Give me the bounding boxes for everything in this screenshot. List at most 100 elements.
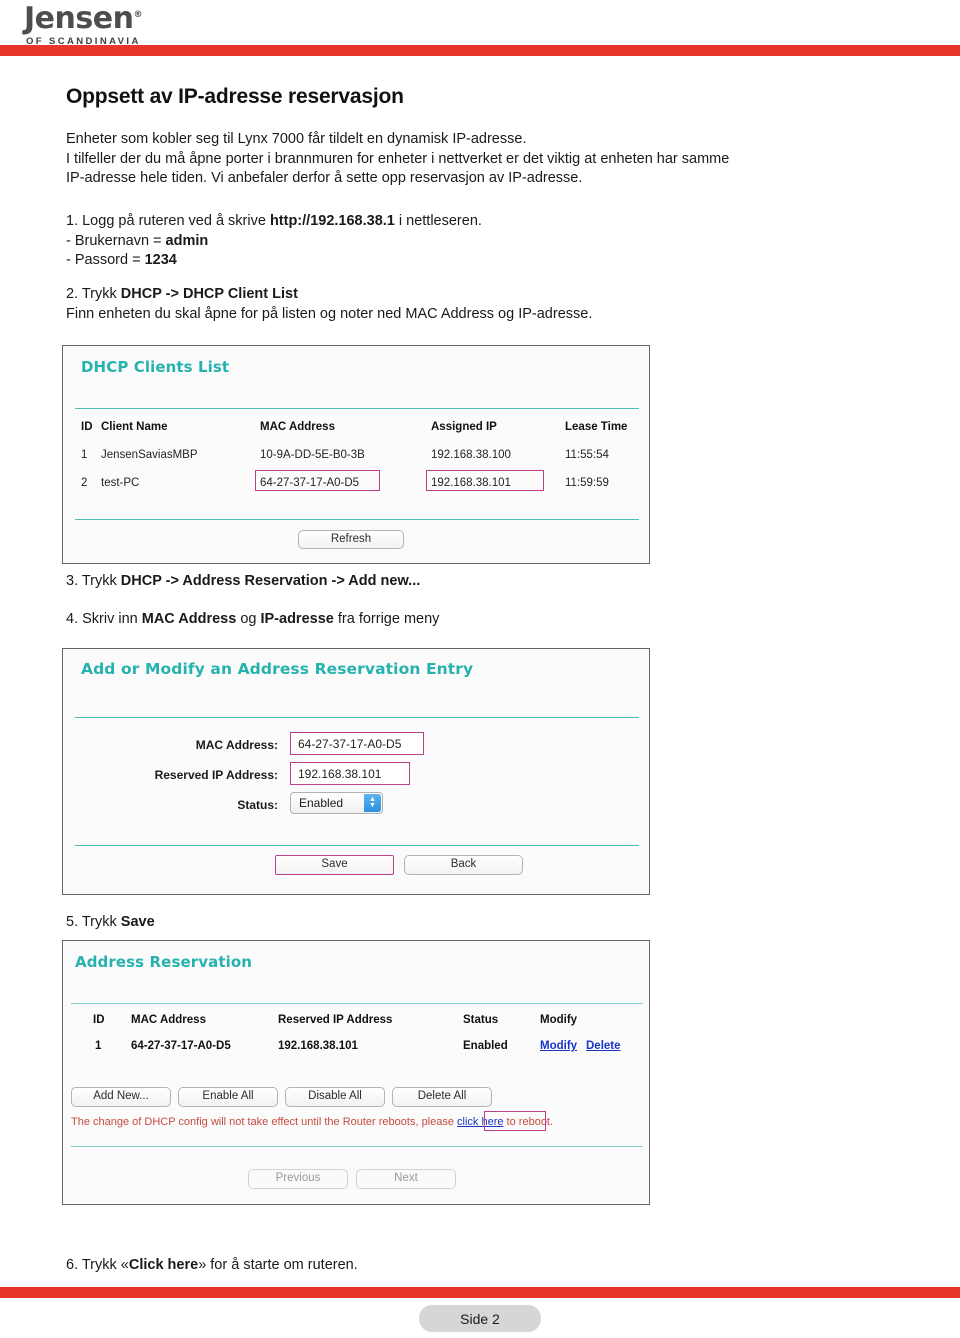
table-row: 10-9A-DD-5E-B0-3B: [260, 449, 365, 461]
add-modify-bottom-divider: [75, 845, 639, 846]
table-row: JensenSaviasMBP: [101, 449, 198, 461]
res-col-reserved-ip: Reserved IP Address: [278, 1014, 393, 1026]
step-5-prefix: 5. Trykk: [66, 914, 121, 930]
save-button[interactable]: Save: [275, 855, 394, 875]
table-row: 11:59:59: [565, 477, 609, 489]
step-1-suffix: i nettleseren.: [394, 213, 482, 229]
previous-button[interactable]: Previous: [248, 1169, 348, 1189]
add-new-button[interactable]: Add New...: [71, 1087, 171, 1107]
dhcp-col-assigned-ip: Assigned IP: [431, 421, 497, 433]
password-label: - Passord =: [66, 252, 145, 268]
modify-link[interactable]: Modify: [540, 1040, 577, 1052]
step-3-prefix: 3. Trykk: [66, 573, 121, 589]
refresh-button[interactable]: Refresh: [298, 530, 404, 549]
add-modify-reservation-panel: Add or Modify an Address Reservation Ent…: [62, 648, 650, 895]
step-6-suffix: » for å starte om ruteren.: [198, 1257, 358, 1273]
add-modify-top-divider: [75, 717, 639, 718]
step-1-url: http://192.168.38.1: [269, 213, 395, 229]
next-button[interactable]: Next: [356, 1169, 456, 1189]
dhcp-bottom-divider: [75, 519, 639, 520]
step-2-line-1: 2. Trykk DHCP -> DHCP Client List: [66, 285, 926, 305]
mac-address-label: MAC Address:: [195, 738, 278, 752]
back-button[interactable]: Back: [404, 855, 523, 875]
mac-address-highlight: [255, 470, 380, 491]
reboot-warning: The change of DHCP config will not take …: [71, 1116, 553, 1128]
delete-link[interactable]: Delete: [586, 1040, 621, 1052]
step-6-prefix: 6. Trykk «: [66, 1257, 129, 1273]
step-2-menu-path: DHCP -> DHCP Client List: [120, 286, 298, 302]
dhcp-top-divider: [75, 408, 639, 409]
page-number-badge: Side 2: [419, 1305, 541, 1332]
step-4-bold-mac: MAC Address: [141, 611, 237, 627]
step-1-line: 1. Logg på ruteren ved å skrive http://1…: [66, 212, 926, 232]
step-2-line-2: Finn enheten du skal åpne for på listen …: [66, 305, 593, 322]
jensen-logo: Jensen® OF SCANDINAVIA: [24, 4, 174, 48]
table-row: 11:55:54: [565, 449, 609, 461]
res-col-status: Status: [463, 1014, 499, 1026]
step-5-block: 5. Trykk Save: [66, 913, 926, 933]
username-value: admin: [165, 232, 209, 249]
dhcp-col-lease-time: Lease Time: [565, 421, 628, 433]
table-row: Enabled: [463, 1040, 508, 1052]
registered-trademark-icon: ®: [133, 10, 142, 20]
intro-line-3: IP-adresse hele tiden. Vi anbefaler derf…: [66, 170, 583, 186]
enable-all-button[interactable]: Enable All: [178, 1087, 278, 1107]
res-col-id: ID: [93, 1014, 105, 1026]
chevron-down-glyph: ▼: [369, 802, 376, 809]
step-5-bold: Save: [120, 914, 155, 930]
dhcp-col-id: ID: [81, 421, 93, 433]
dhcp-clients-list-panel: DHCP Clients List ID Client Name MAC Add…: [62, 345, 650, 564]
table-row: test-PC: [101, 477, 140, 489]
res-col-mac: MAC Address: [131, 1014, 206, 1026]
delete-all-button[interactable]: Delete All: [392, 1087, 492, 1107]
intro-line-2: I tilfeller der du må åpne porter i bran…: [66, 150, 730, 167]
dhcp-col-client-name: Client Name: [101, 421, 168, 433]
step-3-block: 3. Trykk DHCP -> Address Reservation -> …: [66, 572, 926, 592]
step-3-menu-path: DHCP -> Address Reservation -> Add new..…: [120, 573, 421, 589]
reservation-top-divider: [71, 1003, 643, 1004]
top-red-divider: [0, 45, 960, 56]
add-modify-panel-title: Add or Modify an Address Reservation Ent…: [81, 660, 474, 678]
step-4-prefix: 4. Skriv inn: [66, 611, 142, 627]
username-label: - Brukernavn =: [66, 232, 166, 249]
table-row: 192.168.38.100: [431, 449, 511, 461]
reserved-ip-label: Reserved IP Address:: [154, 768, 278, 782]
step-4-suffix: fra forrige meny: [333, 611, 440, 627]
step-6-block: 6. Trykk «Click here» for å starte om ru…: [66, 1256, 926, 1276]
bottom-red-divider: [0, 1287, 960, 1298]
reservation-bottom-divider: [71, 1146, 643, 1147]
dhcp-col-mac: MAC Address: [260, 421, 335, 433]
res-col-modify: Modify: [540, 1014, 578, 1026]
step-2-block: 2. Trykk DHCP -> DHCP Client List Finn e…: [66, 285, 926, 324]
click-here-highlight: [484, 1111, 546, 1131]
mac-address-field[interactable]: 64-27-37-17-A0-D5: [290, 732, 424, 755]
address-reservation-panel: Address Reservation ID MAC Address Reser…: [62, 940, 650, 1205]
table-row: 1: [95, 1040, 102, 1052]
status-select-value: Enabled: [299, 796, 344, 810]
reserved-ip-field[interactable]: 192.168.38.101: [290, 762, 410, 785]
dhcp-clients-list-title: DHCP Clients List: [81, 358, 230, 376]
step-4-mid: og: [236, 611, 261, 627]
address-reservation-title: Address Reservation: [75, 953, 253, 971]
status-select[interactable]: Enabled ▲ ▼: [290, 792, 383, 814]
intro-line-1: Enheter som kobler seg til Lynx 7000 får…: [66, 131, 527, 147]
step-1-password-line: - Passord = 1234: [66, 251, 926, 271]
step-1-prefix: 1. Logg på ruteren ved å skrive: [66, 213, 270, 229]
intro-paragraph: Enheter som kobler seg til Lynx 7000 får…: [66, 130, 926, 189]
table-row: 2: [81, 477, 88, 489]
reboot-warning-before: The change of DHCP config will not take …: [71, 1116, 458, 1128]
step-4-block: 4. Skriv inn MAC Address og IP-adresse f…: [66, 610, 926, 630]
step-1-block: 1. Logg på ruteren ved å skrive http://1…: [66, 212, 926, 271]
logo-word-text: Jensen: [24, 1, 134, 36]
step-4-bold-ip: IP-adresse: [260, 611, 334, 627]
table-row: 1: [81, 449, 88, 461]
assigned-ip-highlight: [426, 470, 544, 491]
table-row: 192.168.38.101: [278, 1040, 358, 1052]
table-row: 64-27-37-17-A0-D5: [131, 1040, 231, 1052]
step-1-username-line: - Brukernavn = admin: [66, 232, 926, 252]
disable-all-button[interactable]: Disable All: [285, 1087, 385, 1107]
status-label: Status:: [237, 798, 278, 812]
step-6-bold: Click here: [128, 1257, 199, 1273]
logo-wordmark: Jensen®: [24, 4, 174, 34]
chevron-updown-icon[interactable]: ▲ ▼: [364, 794, 381, 812]
